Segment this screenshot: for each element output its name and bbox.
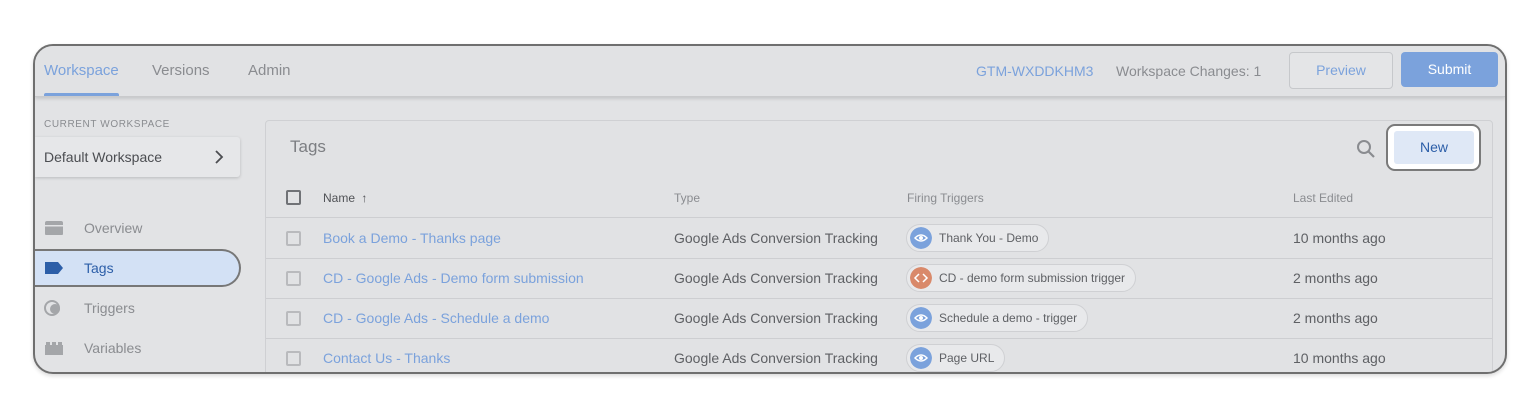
- column-header-name[interactable]: Name ↑: [323, 179, 367, 217]
- last-edited: 10 months ago: [1293, 350, 1386, 366]
- table-row[interactable]: CD - Google Ads - Demo form submission G…: [266, 258, 1492, 299]
- tags-card: Tags New Name ↑ Type Firing Triggers Las…: [265, 120, 1493, 372]
- tab-workspace[interactable]: Workspace: [44, 46, 119, 96]
- trigger-chip[interactable]: Schedule a demo - trigger: [906, 304, 1089, 332]
- tag-type: Google Ads Conversion Tracking: [674, 270, 878, 286]
- workspace-selector[interactable]: Default Workspace: [35, 137, 240, 177]
- column-header-name-label: Name: [323, 191, 356, 205]
- sidebar: CURRENT WORKSPACE Default Workspace Over…: [35, 97, 253, 372]
- tag-name-link[interactable]: CD - Google Ads - Schedule a demo: [323, 298, 549, 338]
- column-header-type[interactable]: Type: [674, 179, 700, 217]
- tag-type: Google Ads Conversion Tracking: [674, 350, 878, 366]
- sidebar-item-label: Overview: [84, 220, 143, 236]
- last-edited: 2 months ago: [1293, 270, 1378, 286]
- eye-icon: [910, 307, 932, 329]
- row-checkbox[interactable]: [286, 271, 301, 286]
- new-button-highlight: New: [1386, 124, 1481, 171]
- tag-icon: [45, 262, 63, 274]
- last-edited: 10 months ago: [1293, 230, 1386, 246]
- row-checkbox[interactable]: [286, 231, 301, 246]
- trigger-chip-label: CD - demo form submission trigger: [939, 271, 1126, 285]
- tab-admin[interactable]: Admin: [248, 46, 291, 96]
- sort-ascending-icon: ↑: [361, 191, 368, 205]
- tab-versions[interactable]: Versions: [152, 46, 210, 96]
- container-id-link[interactable]: GTM-WXDDKHM3: [976, 46, 1093, 96]
- submit-button[interactable]: Submit: [1401, 52, 1498, 87]
- sidebar-item-variables[interactable]: Variables: [35, 329, 241, 367]
- new-tag-button[interactable]: New: [1394, 131, 1474, 164]
- eye-icon: [910, 227, 932, 249]
- trigger-icon: [44, 300, 60, 316]
- table-header: Name ↑ Type Firing Triggers Last Edited: [266, 179, 1492, 218]
- tag-name-link[interactable]: CD - Google Ads - Demo form submission: [323, 258, 584, 298]
- trigger-chip[interactable]: CD - demo form submission trigger: [906, 264, 1137, 292]
- trigger-chip-label: Schedule a demo - trigger: [939, 311, 1078, 325]
- trigger-chip-label: Page URL: [939, 351, 995, 365]
- chevron-right-icon: [215, 150, 224, 164]
- table-row[interactable]: Book a Demo - Thanks page Google Ads Con…: [266, 218, 1492, 259]
- sidebar-item-overview[interactable]: Overview: [35, 209, 241, 247]
- code-icon: [910, 267, 932, 289]
- tab-workspace-label: Workspace: [44, 62, 119, 79]
- row-checkbox[interactable]: [286, 311, 301, 326]
- table-row[interactable]: CD - Google Ads - Schedule a demo Google…: [266, 298, 1492, 339]
- tag-type: Google Ads Conversion Tracking: [674, 230, 878, 246]
- preview-button[interactable]: Preview: [1289, 52, 1393, 89]
- sidebar-item-tags[interactable]: Tags: [35, 249, 241, 287]
- last-edited: 2 months ago: [1293, 310, 1378, 326]
- gtm-window: Workspace Versions Admin GTM-WXDDKHM3 Wo…: [33, 44, 1507, 374]
- column-header-edited[interactable]: Last Edited: [1293, 179, 1353, 217]
- tag-type: Google Ads Conversion Tracking: [674, 310, 878, 326]
- tab-admin-label: Admin: [248, 62, 291, 79]
- trigger-chip[interactable]: Page URL: [906, 344, 1006, 372]
- row-checkbox[interactable]: [286, 351, 301, 366]
- search-icon[interactable]: [1355, 138, 1377, 160]
- top-bar: Workspace Versions Admin GTM-WXDDKHM3 Wo…: [35, 46, 1505, 97]
- workspace-changes-count: Workspace Changes: 1: [1116, 63, 1262, 79]
- column-header-triggers[interactable]: Firing Triggers: [907, 179, 984, 217]
- trigger-chip-label: Thank You - Demo: [939, 231, 1039, 245]
- page-title: Tags: [290, 137, 326, 156]
- tag-name-link[interactable]: Book a Demo - Thanks page: [323, 218, 501, 258]
- folder-icon: [45, 221, 63, 235]
- eye-icon: [910, 347, 932, 369]
- table-row[interactable]: Contact Us - Thanks Google Ads Conversio…: [266, 338, 1492, 372]
- workspace-name: Default Workspace: [44, 149, 163, 165]
- tab-versions-label: Versions: [152, 62, 210, 79]
- trigger-chip[interactable]: Thank You - Demo: [906, 224, 1050, 252]
- current-workspace-label: CURRENT WORKSPACE: [44, 119, 170, 130]
- active-tab-indicator: [44, 93, 119, 96]
- select-all-checkbox[interactable]: [286, 190, 301, 205]
- sidebar-item-label: Variables: [84, 340, 142, 356]
- sidebar-item-label: Triggers: [84, 300, 135, 316]
- variables-icon: [45, 342, 63, 355]
- sidebar-item-label: Tags: [84, 260, 114, 276]
- sidebar-item-triggers[interactable]: Triggers: [35, 289, 241, 327]
- tag-name-link[interactable]: Contact Us - Thanks: [323, 338, 450, 372]
